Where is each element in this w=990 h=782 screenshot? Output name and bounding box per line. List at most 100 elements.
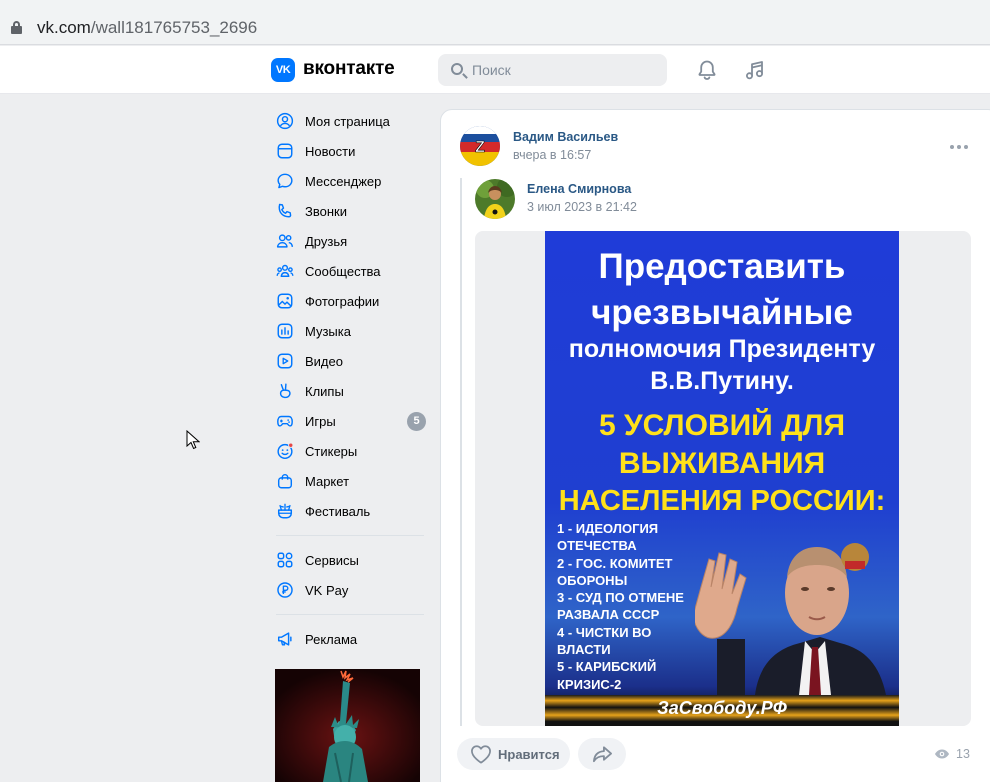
search-input[interactable] [472, 54, 662, 86]
bell-icon[interactable] [695, 58, 719, 82]
user-circle-icon [276, 112, 294, 130]
sidebar-item-label: Фестиваль [305, 503, 371, 519]
sidebar-item-communities[interactable]: Сообщества [270, 256, 430, 286]
friends-icon [276, 234, 294, 248]
sidebar-item-games[interactable]: Игры 5 [270, 406, 430, 436]
more-options-icon[interactable] [950, 145, 970, 151]
repost-author-name[interactable]: Елена Смирнова [527, 182, 631, 196]
sidebar-item-news[interactable]: Новости [270, 136, 430, 166]
share-arrow-icon [593, 746, 612, 763]
sidebar-item-label: VK Pay [305, 582, 349, 598]
sidebar-item-label: Новости [305, 143, 356, 159]
post-author-name[interactable]: Вадим Васильев [513, 130, 618, 144]
sidebar-item-label: Мессенджер [305, 173, 382, 189]
url-text[interactable]: vk.com/wall181765753_2696 [37, 18, 257, 38]
megaphone-icon [277, 632, 292, 646]
poster-line-6: ВЫЖИВАНИЯ [618, 447, 826, 480]
games-count-badge: 5 [407, 412, 426, 431]
like-button[interactable]: Нравится [457, 738, 570, 770]
repost-author-avatar[interactable] [475, 179, 515, 219]
poster-line-2: чрезвычайные [591, 293, 853, 332]
post-image[interactable]: Предоставить чрезвычайные полномочия Пре… [545, 231, 899, 726]
sidebar-item-video[interactable]: Видео [270, 346, 430, 376]
sidebar-item-my-page[interactable]: Моя страница [270, 106, 430, 136]
mouse-cursor-icon [186, 430, 200, 450]
sidebar-item-label: Сервисы [305, 552, 359, 568]
wall-post-card: Z Вадим Васильев вчера в 16:57 Елена Сми… [440, 109, 990, 782]
poster-line-4: В.В.Путину. [650, 367, 794, 395]
sidebar-nav: Моя страница Новости Мессенджер Звонки Д… [270, 106, 430, 654]
share-button[interactable] [578, 738, 626, 770]
repost-date[interactable]: 3 июл 2023 в 21:42 [527, 200, 637, 214]
sidebar-item-festival[interactable]: Фестиваль [270, 496, 430, 526]
bag-icon [277, 474, 293, 489]
poster-conditions-list: 1 - ИДЕОЛОГИЯ ОТЕЧЕСТВА 2 - ГОС. КОМИТЕТ… [557, 521, 684, 692]
phone-icon [278, 203, 292, 218]
sidebar-item-label: Маркет [305, 473, 350, 489]
sidebar-item-ads[interactable]: Реклама [270, 624, 430, 654]
eye-icon [935, 749, 949, 759]
sidebar-divider [276, 614, 424, 615]
brand-name[interactable]: вконтакте [303, 58, 395, 80]
post-date[interactable]: вчера в 16:57 [513, 148, 591, 162]
photo-icon [277, 293, 293, 309]
heart-icon [471, 745, 491, 764]
poster-footer-text: ЗаСвободу.РФ [657, 698, 787, 718]
music-icon [277, 323, 293, 339]
sidebar-item-label: Игры [305, 413, 336, 429]
sidebar-item-label: Стикеры [305, 443, 358, 459]
vk-logo-icon[interactable]: VK [271, 58, 295, 82]
author-avatar[interactable]: Z [460, 126, 500, 166]
sidebar-item-label: Фотографии [305, 293, 380, 309]
sidebar-item-label: Моя страница [305, 113, 390, 129]
sidebar-item-services[interactable]: Сервисы [270, 545, 430, 575]
like-label: Нравится [498, 746, 560, 762]
ad-banner-image[interactable] [275, 669, 420, 782]
services-icon [277, 552, 293, 568]
sidebar-item-music[interactable]: Музыка [270, 316, 430, 346]
sidebar-divider [276, 535, 424, 536]
sidebar-item-label: Реклама [305, 631, 358, 647]
gamepad-icon [277, 415, 293, 427]
svg-text:Z: Z [475, 139, 485, 156]
sidebar-item-label: Видео [305, 353, 343, 369]
sidebar-item-calls[interactable]: Звонки [270, 196, 430, 226]
video-icon [277, 353, 293, 369]
poster-line-1: Предоставить [598, 247, 846, 286]
sidebar-item-market[interactable]: Маркет [270, 466, 430, 496]
sidebar-item-stickers[interactable]: Стикеры [270, 436, 430, 466]
poster-person-illustration [695, 543, 886, 695]
lock-icon[interactable] [11, 21, 22, 34]
poster-line-3: полномочия Президенту [568, 335, 876, 363]
sidebar-item-messenger[interactable]: Мессенджер [270, 166, 430, 196]
browser-address-bar: vk.com/wall181765753_2696 [0, 0, 990, 45]
search-icon [451, 63, 463, 75]
avatar-image [475, 179, 515, 219]
communities-icon [276, 264, 294, 277]
vkpay-icon [277, 582, 293, 598]
poster-line-7: НАСЕЛЕНИЯ РОССИИ: [558, 485, 886, 517]
sidebar-item-vk-pay[interactable]: VK Pay [270, 575, 430, 605]
sidebar-item-photos[interactable]: Фотографии [270, 286, 430, 316]
sidebar-item-label: Друзья [305, 233, 348, 249]
repost-indent-line [460, 178, 462, 726]
festival-icon [277, 503, 293, 519]
poster-line-5: 5 УСЛОВИЙ ДЛЯ [598, 409, 846, 442]
sidebar-item-label: Музыка [305, 323, 351, 339]
news-icon [277, 143, 293, 159]
site-header: VK вконтакте [0, 46, 990, 94]
sidebar-item-friends[interactable]: Друзья [270, 226, 430, 256]
sidebar-item-clips[interactable]: Клипы [270, 376, 430, 406]
sidebar-item-label: Звонки [305, 203, 347, 219]
message-bubble-icon [277, 173, 293, 189]
sidebar-item-label: Сообщества [305, 263, 381, 279]
poster-emblem [841, 543, 869, 571]
sticker-icon [277, 442, 294, 460]
views-counter: 13 [934, 747, 970, 761]
url-field[interactable]: vk.com/wall181765753_2696 [0, 6, 990, 40]
sidebar-item-label: Клипы [305, 383, 344, 399]
search-box[interactable] [438, 54, 667, 86]
music-note-icon[interactable] [743, 58, 767, 82]
statue-of-liberty-illustration [275, 669, 420, 782]
views-count: 13 [956, 747, 970, 761]
